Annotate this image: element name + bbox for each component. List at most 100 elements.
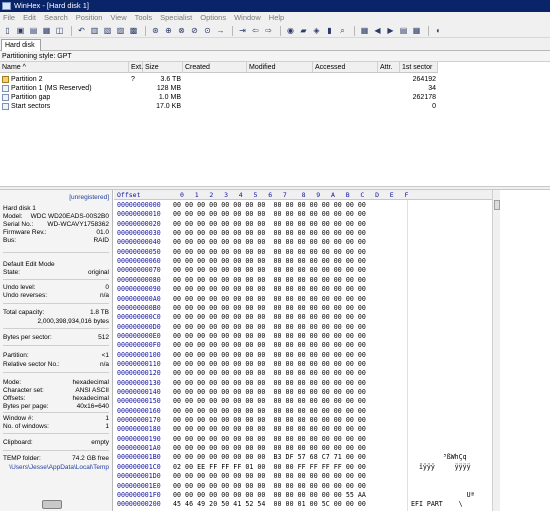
hex-row[interactable]: 00000000190 00 00 00 00 00 00 00 00 00 00… bbox=[114, 435, 550, 443]
menu-options[interactable]: Options bbox=[200, 12, 226, 24]
hex-row[interactable]: 00000000070 00 00 00 00 00 00 00 00 00 00… bbox=[114, 266, 550, 274]
hex-bytes[interactable]: 00 00 00 00 00 00 00 00 00 00 00 00 00 0… bbox=[173, 313, 366, 321]
hex-bytes[interactable]: 00 00 00 00 00 00 00 00 00 00 00 00 00 0… bbox=[173, 425, 366, 433]
hex-bytes[interactable]: 00 00 00 00 00 00 00 00 00 00 00 00 00 0… bbox=[173, 341, 366, 349]
hex-bytes[interactable]: 00 00 00 00 00 00 00 00 00 00 00 00 00 0… bbox=[173, 416, 366, 424]
paste-block-icon[interactable]: ▨ bbox=[115, 25, 126, 36]
hex-row[interactable]: 00000000100 00 00 00 00 00 00 00 00 00 00… bbox=[114, 351, 550, 359]
hex-row[interactable]: 000000001A0 00 00 00 00 00 00 00 00 00 00… bbox=[114, 444, 550, 452]
hex-bytes[interactable]: 00 00 00 00 00 00 00 00 00 00 00 00 00 0… bbox=[173, 444, 366, 452]
next-icon[interactable]: ▶ bbox=[385, 25, 396, 36]
hex-ascii[interactable]: îÿÿÿ ÿÿÿÿ bbox=[411, 463, 471, 471]
hex-row[interactable]: 00000000130 00 00 00 00 00 00 00 00 00 00… bbox=[114, 379, 550, 387]
find-next-icon[interactable]: ⊙ bbox=[202, 25, 213, 36]
hex-bytes[interactable]: 00 00 00 00 00 00 00 00 00 00 00 00 00 0… bbox=[173, 304, 366, 312]
undo-icon[interactable]: ↶ bbox=[76, 25, 87, 36]
column-header-4[interactable]: Modified bbox=[247, 62, 313, 73]
search-icon[interactable]: ⌕ bbox=[337, 25, 348, 36]
hex-row[interactable]: 000000001C0 02 00 EE FF FF FF 01 00 00 00… bbox=[114, 463, 550, 471]
hex-bytes[interactable]: 00 00 00 00 00 00 00 00 00 00 00 00 00 0… bbox=[173, 323, 366, 331]
prev-icon[interactable]: ◀ bbox=[372, 25, 383, 36]
hex-row[interactable]: 00000000180 00 00 00 00 00 00 00 00 00 00… bbox=[114, 425, 550, 433]
menu-edit[interactable]: Edit bbox=[23, 12, 36, 24]
print-icon[interactable]: ▤ bbox=[28, 25, 39, 36]
hex-row[interactable]: 000000001D0 00 00 00 00 00 00 00 00 00 00… bbox=[114, 472, 550, 480]
hex-bytes[interactable]: 00 00 00 00 00 00 00 00 00 00 00 00 00 0… bbox=[173, 491, 366, 499]
back-icon[interactable]: ⇦ bbox=[250, 25, 261, 36]
hex-editor[interactable]: Offset 0 1 2 3 4 5 6 7 8 9 A B C D E F 00000000000 00 00… bbox=[114, 190, 550, 511]
menu-position[interactable]: Position bbox=[76, 12, 103, 24]
column-header-6[interactable]: Attr. bbox=[378, 62, 400, 73]
hex-row[interactable]: 00000000080 00 00 00 00 00 00 00 00 00 00… bbox=[114, 276, 550, 284]
replace-hex-icon[interactable]: ⊘ bbox=[189, 25, 200, 36]
hex-ascii[interactable]: EFI PART \ bbox=[411, 500, 463, 508]
hex-bytes[interactable]: 00 00 00 00 00 00 00 00 00 00 00 00 00 0… bbox=[173, 276, 366, 284]
hex-row[interactable]: 00000000060 00 00 00 00 00 00 00 00 00 00… bbox=[114, 257, 550, 265]
properties-icon[interactable]: ▦ bbox=[41, 25, 52, 36]
file-row[interactable]: Start sectors 17.0 KB 0 bbox=[0, 102, 438, 111]
help-icon[interactable]: ◐ bbox=[433, 25, 444, 36]
menu-specialist[interactable]: Specialist bbox=[160, 12, 192, 24]
hex-row[interactable]: 00000000200 45 46 49 20 50 41 52 54 00 00… bbox=[114, 500, 550, 508]
hex-bytes[interactable]: 02 00 EE FF FF FF 01 00 00 00 FF FF FF F… bbox=[173, 463, 366, 471]
hex-row[interactable]: 00000000050 00 00 00 00 00 00 00 00 00 00… bbox=[114, 248, 550, 256]
goto-icon[interactable]: → bbox=[215, 25, 226, 36]
find-icon[interactable]: ⊛ bbox=[150, 25, 161, 36]
hex-bytes[interactable]: 00 00 00 00 00 00 00 00 00 00 00 00 00 0… bbox=[173, 285, 366, 293]
hex-row[interactable]: 000000001B0 00 00 00 00 00 00 00 00 B3 DF… bbox=[114, 453, 550, 461]
replace-icon[interactable]: ⊗ bbox=[176, 25, 187, 36]
tools-icon[interactable]: ◈ bbox=[311, 25, 322, 36]
hex-row[interactable]: 00000000170 00 00 00 00 00 00 00 00 00 00… bbox=[114, 416, 550, 424]
hex-row[interactable]: 00000000110 00 00 00 00 00 00 00 00 00 00… bbox=[114, 360, 550, 368]
goto-offset-icon[interactable]: ⇥ bbox=[237, 25, 248, 36]
hex-row[interactable]: 00000000020 00 00 00 00 00 00 00 00 00 00… bbox=[114, 220, 550, 228]
hex-bytes[interactable]: 45 46 49 20 50 41 52 54 00 00 01 00 5C 0… bbox=[173, 500, 366, 508]
hex-row[interactable]: 000000001E0 00 00 00 00 00 00 00 00 00 00… bbox=[114, 482, 550, 490]
hex-bytes[interactable]: 00 00 00 00 00 00 00 00 00 00 00 00 00 0… bbox=[173, 482, 366, 490]
column-header-2[interactable]: Size bbox=[143, 62, 183, 73]
save-icon[interactable]: ▣ bbox=[15, 25, 26, 36]
hex-bytes[interactable]: 00 00 00 00 00 00 00 00 00 00 00 00 00 0… bbox=[173, 360, 366, 368]
hex-bytes[interactable]: 00 00 00 00 00 00 00 00 00 00 00 00 00 0… bbox=[173, 248, 366, 256]
hex-bytes[interactable]: 00 00 00 00 00 00 00 00 00 00 00 00 00 0… bbox=[173, 388, 366, 396]
tab-hard-disk-1[interactable]: Hard disk 1 bbox=[1, 39, 41, 60]
column-header-0[interactable]: Name ^ bbox=[0, 62, 129, 73]
hex-bytes[interactable]: 00 00 00 00 00 00 00 00 00 00 00 00 00 0… bbox=[173, 407, 366, 415]
calendar-icon[interactable]: ▤ bbox=[398, 25, 409, 36]
find-hex-icon[interactable]: ⊕ bbox=[163, 25, 174, 36]
paste-icon[interactable]: ▧ bbox=[102, 25, 113, 36]
hex-row[interactable]: 000000000D0 00 00 00 00 00 00 00 00 00 00… bbox=[114, 323, 550, 331]
menu-help[interactable]: Help bbox=[269, 12, 284, 24]
hex-bytes[interactable]: 00 00 00 00 00 00 00 00 00 00 00 00 00 0… bbox=[173, 379, 366, 387]
hex-row[interactable]: 000000000B0 00 00 00 00 00 00 00 00 00 00… bbox=[114, 304, 550, 312]
menu-view[interactable]: View bbox=[110, 12, 126, 24]
open-disk-icon[interactable]: ◫ bbox=[54, 25, 65, 36]
hex-row[interactable]: 000000001F0 00 00 00 00 00 00 00 00 00 00… bbox=[114, 491, 550, 499]
column-header-1[interactable]: Ext. bbox=[129, 62, 143, 73]
hex-bytes[interactable]: 00 00 00 00 00 00 00 00 00 00 00 00 00 0… bbox=[173, 266, 366, 274]
hex-bytes[interactable]: 00 00 00 00 00 00 00 00 00 00 00 00 00 0… bbox=[173, 201, 366, 209]
clipboard-icon[interactable]: ▩ bbox=[128, 25, 139, 36]
hex-row[interactable]: 00000000010 00 00 00 00 00 00 00 00 00 00… bbox=[114, 210, 550, 218]
hex-bytes[interactable]: 00 00 00 00 00 00 00 00 00 00 00 00 00 0… bbox=[173, 238, 366, 246]
new-icon[interactable]: ▯ bbox=[2, 25, 13, 36]
hex-row[interactable]: 00000000160 00 00 00 00 00 00 00 00 00 00… bbox=[114, 407, 550, 415]
chart-icon[interactable]: ▮ bbox=[324, 25, 335, 36]
hex-bytes[interactable]: 00 00 00 00 00 00 00 00 00 00 00 00 00 0… bbox=[173, 257, 366, 265]
hex-bytes[interactable]: 00 00 00 00 00 00 00 00 B3 DF 57 68 C7 7… bbox=[173, 453, 366, 461]
hex-ascii[interactable]: ³ßWhÇq bbox=[411, 453, 467, 461]
hex-row[interactable]: 000000000A0 00 00 00 00 00 00 00 00 00 00… bbox=[114, 295, 550, 303]
hex-bytes[interactable]: 00 00 00 00 00 00 00 00 00 00 00 00 00 0… bbox=[173, 351, 366, 359]
hex-bytes[interactable]: 00 00 00 00 00 00 00 00 00 00 00 00 00 0… bbox=[173, 435, 366, 443]
hex-row[interactable]: 00000000150 00 00 00 00 00 00 00 00 00 00… bbox=[114, 397, 550, 405]
table-icon[interactable]: ▦ bbox=[411, 25, 422, 36]
hex-row[interactable]: 00000000090 00 00 00 00 00 00 00 00 00 00… bbox=[114, 285, 550, 293]
disk-icon[interactable]: ◉ bbox=[285, 25, 296, 36]
hex-bytes[interactable]: 00 00 00 00 00 00 00 00 00 00 00 00 00 0… bbox=[173, 369, 366, 377]
hex-row[interactable]: 000000000E0 00 00 00 00 00 00 00 00 00 00… bbox=[114, 332, 550, 340]
copy-icon[interactable]: ▥ bbox=[89, 25, 100, 36]
hex-bytes[interactable]: 00 00 00 00 00 00 00 00 00 00 00 00 00 0… bbox=[173, 397, 366, 405]
file-row[interactable]: Partition gap 1.0 MB 262178 bbox=[0, 93, 438, 102]
column-header-5[interactable]: Accessed bbox=[313, 62, 378, 73]
hex-row[interactable]: 00000000120 00 00 00 00 00 00 00 00 00 00… bbox=[114, 369, 550, 377]
